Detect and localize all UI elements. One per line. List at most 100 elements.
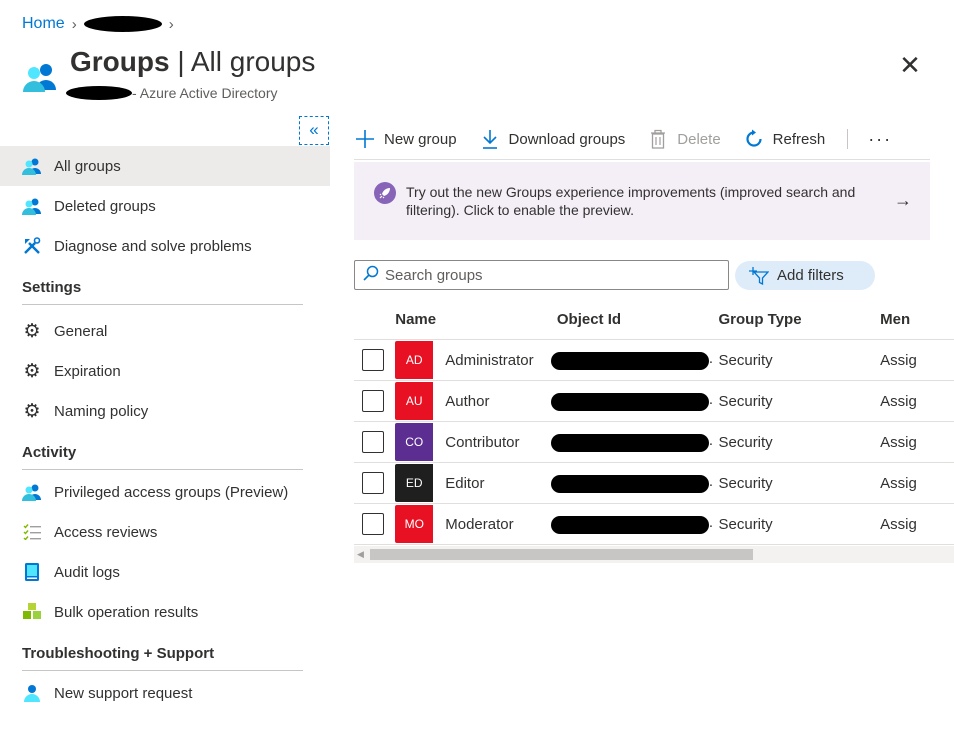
column-header-name[interactable]: Name: [395, 311, 557, 328]
rocket-icon: [374, 182, 396, 204]
new-group-button[interactable]: New group: [354, 128, 457, 150]
row-checkbox[interactable]: [362, 472, 384, 494]
add-filters-button[interactable]: Add filters: [735, 261, 875, 290]
truncation-mark: .: [708, 432, 714, 449]
sidebar-item-bulk-operation-results[interactable]: Bulk operation results: [0, 592, 330, 632]
group-name-link[interactable]: Moderator: [445, 516, 513, 533]
page-subtitle: - Azure Active Directory: [66, 85, 278, 101]
sidebar-item-all-groups[interactable]: All groups: [0, 146, 330, 186]
truncation-mark: .: [708, 473, 714, 490]
horizontal-scrollbar[interactable]: ◀: [354, 546, 954, 563]
gear-icon: ⚙: [23, 400, 41, 422]
preview-banner[interactable]: Try out the new Groups experience improv…: [354, 162, 930, 240]
download-icon: [479, 128, 501, 150]
redacted-tenant-name[interactable]: [83, 16, 162, 32]
membership-cell: Assig: [880, 474, 917, 492]
truncation-mark: .: [708, 391, 714, 408]
search-box: [354, 260, 729, 290]
sidebar-item-diagnose[interactable]: Diagnose and solve problems: [0, 226, 330, 266]
groups-icon: [22, 196, 42, 216]
sidebar-item-expiration[interactable]: ⚙ Expiration: [0, 351, 330, 391]
refresh-icon: [743, 128, 765, 150]
delete-button[interactable]: Delete: [647, 128, 721, 150]
group-avatar: MO: [395, 505, 434, 543]
groups-icon: [22, 482, 42, 502]
breadcrumb: Home › ›: [22, 13, 181, 35]
sidebar-item-naming-policy[interactable]: ⚙ Naming policy: [0, 391, 330, 431]
trash-icon: [647, 128, 669, 150]
row-checkbox[interactable]: [362, 431, 384, 453]
table-row[interactable]: MO Moderator. Security Assig: [354, 504, 954, 545]
row-checkbox[interactable]: [362, 349, 384, 371]
sidebar-item-privileged-access-groups[interactable]: Privileged access groups (Preview): [0, 472, 330, 512]
cubes-icon: [22, 602, 42, 622]
row-checkbox[interactable]: [362, 390, 384, 412]
group-avatar: ED: [395, 464, 434, 502]
column-header-object-id[interactable]: Object Id: [557, 300, 719, 339]
divider: [354, 159, 930, 160]
breadcrumb-separator: ›: [71, 15, 77, 33]
column-header-group-type[interactable]: Group Type: [719, 311, 881, 328]
table-row[interactable]: AD Administrator. Security Assig: [354, 340, 954, 381]
table-row[interactable]: AU Author. Security Assig: [354, 381, 954, 422]
close-button[interactable]: ✕: [898, 52, 922, 78]
group-name-link[interactable]: Administrator: [445, 352, 533, 369]
membership-cell: Assig: [880, 351, 917, 369]
sidebar-item-label: General: [54, 322, 108, 340]
sidebar-item-label: Diagnose and solve problems: [54, 237, 252, 255]
groups-table: Name Object Id Group Type Men AD Administ…: [354, 300, 954, 545]
book-icon: [22, 562, 42, 582]
truncation-mark: .: [708, 514, 714, 531]
group-type-cell: Security: [718, 392, 773, 410]
group-name-link[interactable]: Author: [445, 393, 489, 410]
refresh-button[interactable]: Refresh: [743, 128, 825, 150]
sidebar-item-label: All groups: [54, 157, 121, 175]
group-type-cell: Security: [718, 433, 773, 451]
sidebar-item-new-support-request[interactable]: New support request: [0, 673, 330, 713]
sidebar-item-general[interactable]: ⚙ General: [0, 311, 330, 351]
sidebar-item-deleted-groups[interactable]: Deleted groups: [0, 186, 330, 226]
redacted-object-id: [550, 434, 709, 452]
more-options-button[interactable]: ···: [868, 129, 892, 150]
sidebar-item-label: Expiration: [54, 362, 121, 380]
sidebar-heading-settings: Settings: [22, 279, 82, 296]
group-name-link[interactable]: Editor: [445, 475, 484, 492]
page-title: Groups | All groups: [70, 46, 316, 77]
sidebar-item-label: Privileged access groups (Preview): [54, 483, 289, 501]
sidebar: All groups Deleted groups Diagnose and s…: [0, 146, 330, 713]
arrow-right-icon[interactable]: →: [894, 190, 912, 211]
groups-icon: [23, 64, 56, 92]
sidebar-item-access-reviews[interactable]: Access reviews: [0, 512, 330, 552]
table-row[interactable]: ED Editor. Security Assig: [354, 463, 954, 504]
group-avatar: AU: [395, 382, 434, 420]
group-avatar: CO: [395, 423, 434, 461]
scroll-left-arrow[interactable]: ◀: [357, 549, 364, 560]
sidebar-item-label: Deleted groups: [54, 197, 156, 215]
breadcrumb-home-link[interactable]: Home: [22, 15, 65, 33]
plus-icon: [354, 128, 376, 150]
group-type-cell: Security: [718, 474, 773, 492]
scrollbar-thumb[interactable]: [370, 549, 753, 560]
search-input[interactable]: [385, 266, 715, 284]
membership-cell: Assig: [880, 515, 917, 533]
redacted-object-id: [550, 475, 709, 493]
command-bar: New group Download groups Delete Refresh…: [354, 124, 892, 154]
gear-icon: ⚙: [23, 360, 41, 382]
redacted-tenant-name: [66, 86, 132, 100]
column-header-membership[interactable]: Men: [880, 311, 954, 328]
sidebar-item-label: New support request: [54, 684, 193, 702]
toolbar-divider: [847, 129, 849, 149]
checklist-icon: [22, 522, 42, 542]
row-checkbox[interactable]: [362, 513, 384, 535]
wrench-icon: [22, 236, 42, 256]
sidebar-item-audit-logs[interactable]: Audit logs: [0, 552, 330, 592]
groups-icon: [22, 156, 42, 176]
breadcrumb-separator: ›: [168, 15, 174, 33]
redacted-object-id: [550, 393, 709, 411]
group-avatar: AD: [395, 341, 434, 379]
collapse-sidebar-button[interactable]: «: [299, 116, 329, 145]
table-row[interactable]: CO Contributor. Security Assig: [354, 422, 954, 463]
membership-cell: Assig: [880, 392, 917, 410]
group-name-link[interactable]: Contributor: [445, 434, 519, 451]
download-groups-button[interactable]: Download groups: [479, 128, 625, 150]
